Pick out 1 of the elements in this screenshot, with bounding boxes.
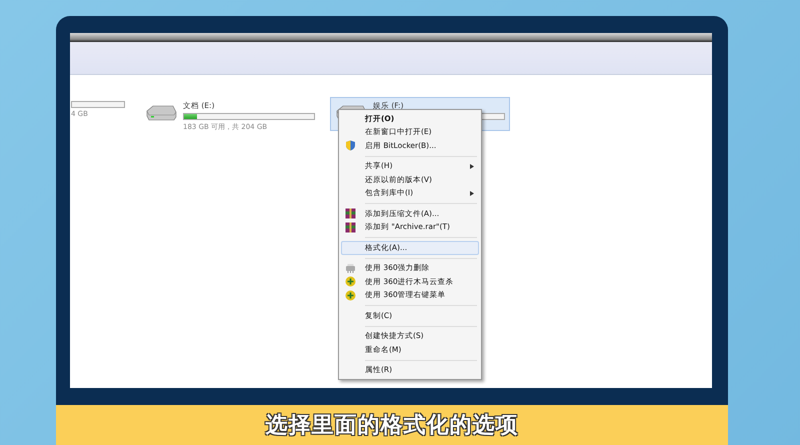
subtitle-text: 选择里面的格式化的选项 (266, 412, 518, 440)
